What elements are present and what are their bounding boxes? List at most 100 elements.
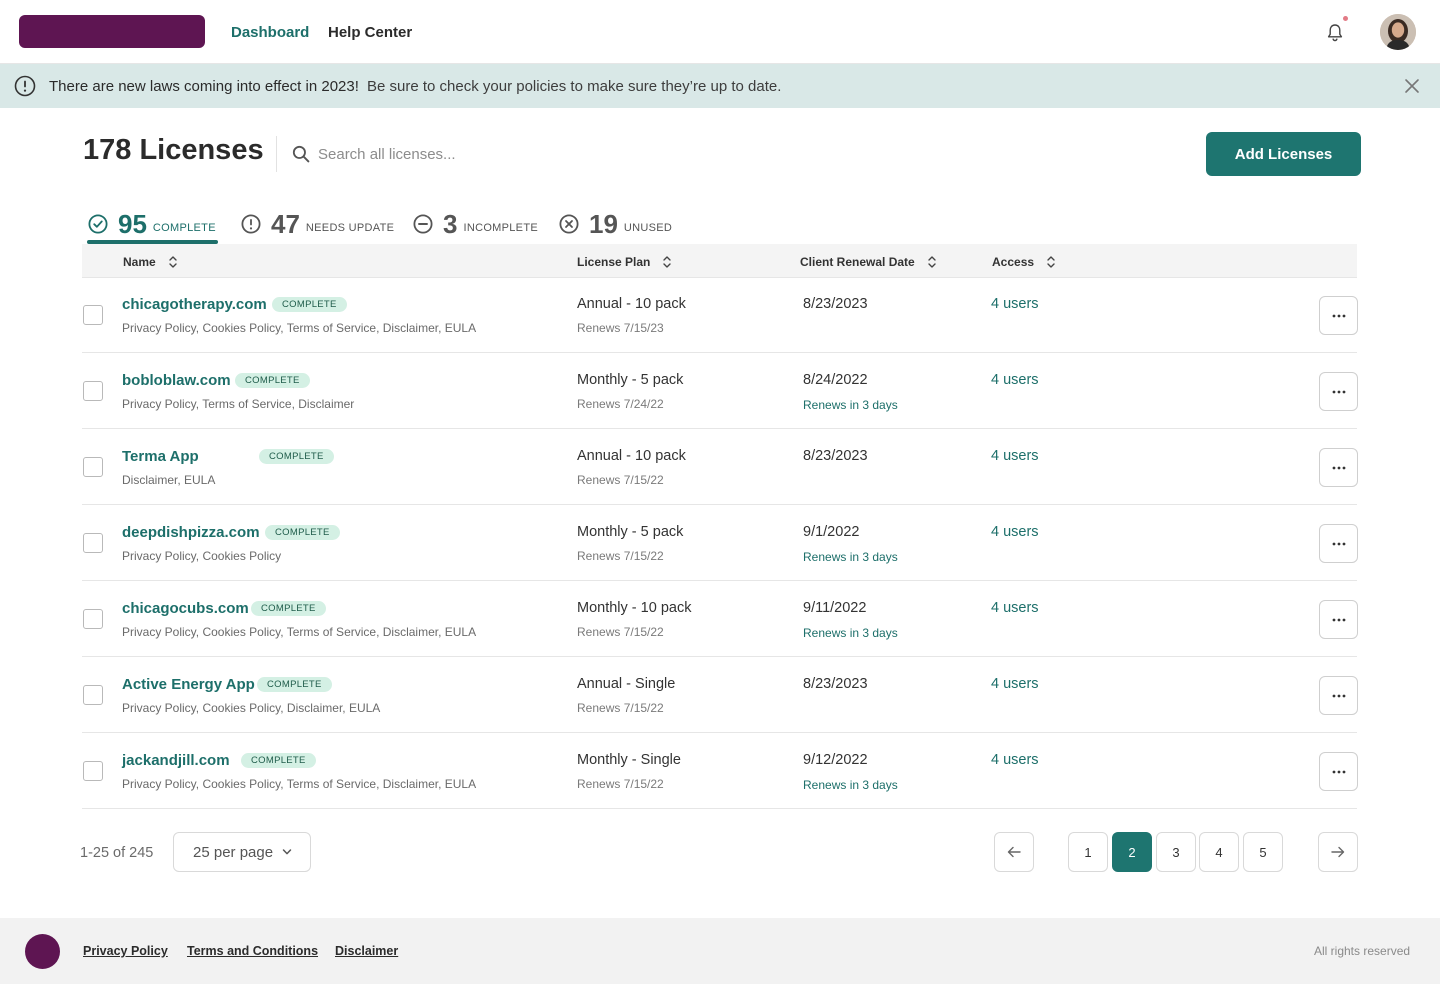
search-input[interactable] xyxy=(318,140,718,168)
license-name-link[interactable]: bobloblaw.com xyxy=(122,372,231,389)
more-horizontal-icon xyxy=(1332,314,1345,317)
banner-message: Be sure to check your policies to make s… xyxy=(367,78,782,95)
row-more-button[interactable] xyxy=(1319,676,1358,715)
license-name-link[interactable]: deepdishpizza.com xyxy=(122,524,260,541)
column-label: Name xyxy=(123,255,156,269)
row-more-button[interactable] xyxy=(1319,296,1358,335)
close-icon[interactable] xyxy=(1404,78,1420,94)
row-checkbox[interactable] xyxy=(83,685,103,705)
renewal-date: 8/24/2022 xyxy=(803,372,868,388)
column-header-access[interactable]: Access xyxy=(992,254,1056,270)
announcement-banner: There are new laws coming into effect in… xyxy=(0,64,1440,108)
tab-label: COMPLETE xyxy=(152,222,216,234)
row-checkbox[interactable] xyxy=(83,533,103,553)
row-more-button[interactable] xyxy=(1319,600,1358,639)
status-badge: COMPLETE xyxy=(251,601,326,616)
renewal-note: Renews in 3 days xyxy=(803,398,898,412)
row-checkbox[interactable] xyxy=(83,609,103,629)
license-name-link[interactable]: chicagocubs.com xyxy=(122,600,249,617)
row-checkbox[interactable] xyxy=(83,761,103,781)
access-users-link[interactable]: 4 users xyxy=(991,524,1039,540)
page-button-2[interactable]: 2 xyxy=(1112,832,1152,872)
plan-renewal: Renews 7/15/22 xyxy=(577,701,664,715)
row-checkbox[interactable] xyxy=(83,381,103,401)
renewal-date: 8/23/2023 xyxy=(803,676,868,692)
plan-renewal: Renews 7/24/22 xyxy=(577,397,664,411)
access-users-link[interactable]: 4 users xyxy=(991,448,1039,464)
tab-label: INCOMPLETE xyxy=(463,222,538,234)
page-button-5[interactable]: 5 xyxy=(1243,832,1283,872)
plan-renewal: Renews 7/15/23 xyxy=(577,321,664,335)
status-badge: COMPLETE xyxy=(257,677,332,692)
access-users-link[interactable]: 4 users xyxy=(991,676,1039,692)
access-users-link[interactable]: 4 users xyxy=(991,752,1039,768)
access-users-link[interactable]: 4 users xyxy=(991,372,1039,388)
row-more-button[interactable] xyxy=(1319,524,1358,563)
title-divider xyxy=(276,136,277,172)
license-name-link[interactable]: chicagotherapy.com xyxy=(122,296,267,313)
license-name-link[interactable]: Active Energy App xyxy=(122,676,255,693)
user-avatar[interactable] xyxy=(1380,14,1416,50)
license-plan: Annual - 10 pack xyxy=(577,448,686,464)
row-checkbox[interactable] xyxy=(83,305,103,325)
license-plan: Annual - 10 pack xyxy=(577,296,686,312)
access-users-link[interactable]: 4 users xyxy=(991,600,1039,616)
prev-page-button[interactable] xyxy=(994,832,1034,872)
sort-icon xyxy=(663,256,672,268)
chevron-down-icon xyxy=(282,849,292,855)
notification-dot xyxy=(1343,16,1348,21)
table-row: jackandjill.com COMPLETE Privacy Policy,… xyxy=(82,733,1358,809)
license-plan: Annual - Single xyxy=(577,676,676,692)
footer-link-privacy-policy[interactable]: Privacy Policy xyxy=(83,944,168,958)
more-horizontal-icon xyxy=(1332,390,1345,393)
tab-complete[interactable]: 95 COMPLETE xyxy=(88,204,216,244)
policies-list: Privacy Policy, Cookies Policy xyxy=(122,549,282,563)
page-button-3[interactable]: 3 xyxy=(1156,832,1196,872)
more-horizontal-icon xyxy=(1332,466,1345,469)
tab-count: 47 xyxy=(271,208,300,239)
policies-list: Privacy Policy, Terms of Service, Discla… xyxy=(122,397,355,411)
access-users-link[interactable]: 4 users xyxy=(991,296,1039,312)
add-licenses-button[interactable]: Add Licenses xyxy=(1206,132,1361,176)
column-label: Access xyxy=(992,255,1035,269)
table-row: Terma App COMPLETE Disclaimer, EULA Annu… xyxy=(82,429,1358,505)
bell-icon[interactable] xyxy=(1326,23,1344,43)
banner-title: There are new laws coming into effect in… xyxy=(49,78,359,95)
row-more-button[interactable] xyxy=(1319,448,1358,487)
renewal-date: 9/1/2022 xyxy=(803,524,860,540)
x-circle-icon xyxy=(559,214,579,234)
tab-unused[interactable]: 19 UNUSED xyxy=(559,204,672,244)
plan-renewal: Renews 7/15/22 xyxy=(577,777,664,791)
arrow-left-icon xyxy=(1007,846,1021,858)
next-page-button[interactable] xyxy=(1318,832,1358,872)
brand-logo[interactable] xyxy=(19,15,205,48)
nav-dashboard[interactable]: Dashboard xyxy=(231,24,309,41)
alert-circle-icon xyxy=(241,214,261,234)
check-circle-icon xyxy=(88,214,108,234)
column-header-renewal-date[interactable]: Client Renewal Date xyxy=(800,254,937,270)
tab-incomplete[interactable]: 3 INCOMPLETE xyxy=(413,204,538,244)
search-icon xyxy=(292,145,310,163)
tab-needs-update[interactable]: 47 NEEDS UPDATE xyxy=(241,204,394,244)
column-header-name[interactable]: Name xyxy=(123,254,178,270)
license-name-link[interactable]: Terma App xyxy=(122,448,199,465)
page-button-1[interactable]: 1 xyxy=(1068,832,1108,872)
plan-renewal: Renews 7/15/22 xyxy=(577,549,664,563)
alert-circle-icon xyxy=(14,75,36,97)
license-name-link[interactable]: jackandjill.com xyxy=(122,752,230,769)
nav-help-center[interactable]: Help Center xyxy=(328,24,412,41)
per-page-select[interactable]: 25 per page xyxy=(173,832,311,872)
plan-renewal: Renews 7/15/22 xyxy=(577,473,664,487)
row-more-button[interactable] xyxy=(1319,372,1358,411)
page-button-4[interactable]: 4 xyxy=(1199,832,1239,872)
footer-link-disclaimer[interactable]: Disclaimer xyxy=(335,944,398,958)
policies-list: Disclaimer, EULA xyxy=(122,473,216,487)
column-header-license-plan[interactable]: License Plan xyxy=(577,254,672,270)
arrow-right-icon xyxy=(1331,846,1345,858)
renewal-date: 9/11/2022 xyxy=(803,600,867,616)
row-more-button[interactable] xyxy=(1319,752,1358,791)
license-plan: Monthly - 5 pack xyxy=(577,524,684,540)
row-checkbox[interactable] xyxy=(83,457,103,477)
table-row: Active Energy App COMPLETE Privacy Polic… xyxy=(82,657,1358,733)
footer-link-terms[interactable]: Terms and Conditions xyxy=(187,944,318,958)
